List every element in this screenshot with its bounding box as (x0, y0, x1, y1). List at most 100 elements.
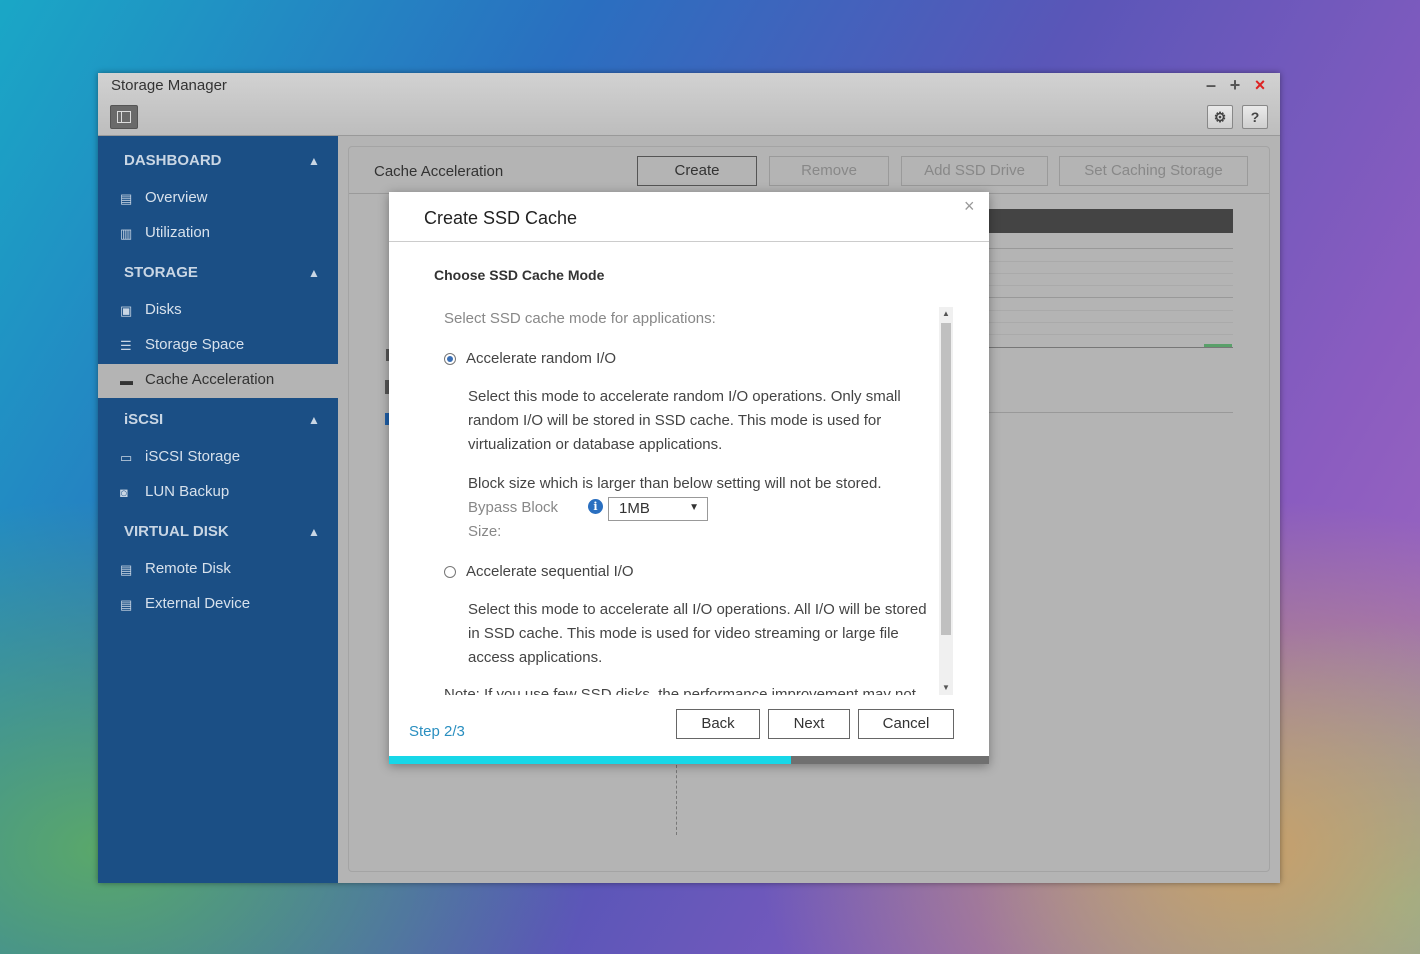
drive-icon: ▭ (120, 450, 133, 465)
section-storage: STORAGE (124, 264, 198, 281)
section-virtual-disk: VIRTUAL DISK (124, 523, 229, 540)
block-size-note: Block size which is larger than below se… (468, 475, 882, 492)
chevron-up-icon[interactable]: ▲ (308, 266, 320, 280)
divider (989, 273, 1233, 274)
sidebar-item-utilization[interactable]: ▥ Utilization (98, 217, 338, 251)
close-window-button[interactable]: × (1251, 75, 1269, 96)
chevron-up-icon[interactable]: ▲ (308, 525, 320, 539)
section-iscsi: iSCSI (124, 411, 164, 428)
panel-layout-icon (117, 111, 131, 123)
progress-fill (389, 756, 791, 764)
divider (989, 334, 1233, 335)
divider (989, 248, 1233, 249)
divider (989, 310, 1233, 311)
sidebar-item-overview[interactable]: ▤ Overview (98, 182, 338, 216)
sidebar-item-label: Utilization (145, 224, 211, 241)
divider (389, 241, 989, 242)
sidebar-item-label: Disks (145, 301, 182, 318)
option-random-desc: virtualization or database applications. (468, 436, 723, 453)
option-sequential-desc: in SSD cache. This mode is used for vide… (468, 625, 899, 642)
scroll-up-icon[interactable]: ▲ (942, 309, 950, 318)
sidebar-item-label: Storage Space (145, 336, 245, 353)
close-icon[interactable]: × (964, 196, 975, 217)
divider (989, 347, 1233, 348)
option-random-desc: Select this mode to accelerate random I/… (468, 388, 901, 405)
external-device-icon: ▤ (120, 597, 133, 612)
option-sequential-label[interactable]: Accelerate sequential I/O (466, 560, 634, 584)
dialog-title: Create SSD Cache (424, 208, 578, 228)
bypass-block-label: Size: (468, 523, 502, 540)
next-button[interactable]: Next (768, 709, 850, 739)
sidebar-item-remote-disk[interactable]: ▤ Remote Disk (98, 553, 338, 587)
step-indicator: Step 2/3 (409, 723, 465, 740)
stack-icon: ☰ (120, 338, 132, 353)
scrollbar-thumb[interactable] (941, 323, 951, 635)
sidebar-item-label: Cache Acceleration (145, 371, 275, 388)
layout-toggle-button[interactable] (110, 105, 138, 129)
main-header: Cache Acceleration Create Remove Add SSD… (349, 147, 1269, 194)
remote-disk-icon: ▤ (120, 562, 133, 577)
background-table-header (989, 209, 1233, 233)
status-indicator (1204, 344, 1232, 347)
add-ssd-drive-button[interactable]: Add SSD Drive (901, 156, 1048, 186)
settings-button[interactable]: ⚙ (1207, 105, 1233, 129)
window-title: Storage Manager (111, 77, 227, 94)
sidebar-item-storage-space[interactable]: ☰ Storage Space (98, 329, 338, 363)
minimize-button[interactable]: – (1202, 75, 1220, 96)
select-value: 1MB (619, 500, 650, 517)
info-icon[interactable]: i (588, 499, 603, 514)
mode-options-scroll-area[interactable]: Select SSD cache mode for applications: … (434, 307, 954, 695)
scrollbar[interactable]: ▲ ▼ (939, 307, 953, 695)
sidebar-item-iscsi-storage[interactable]: ▭ iSCSI Storage (98, 441, 338, 475)
option-random-desc: random I/O will be stored in SSD cache. … (468, 412, 882, 429)
sidebar-item-lun-backup[interactable]: ◙ LUN Backup (98, 476, 338, 510)
create-ssd-cache-dialog: Create SSD Cache × Choose SSD Cache Mode… (389, 192, 989, 764)
backup-icon: ◙ (120, 485, 128, 500)
divider (989, 285, 1233, 286)
divider (989, 412, 1233, 413)
section-dashboard: DASHBOARD (124, 152, 222, 169)
radio-random-io[interactable] (444, 353, 456, 365)
remove-button[interactable]: Remove (769, 156, 889, 186)
divider (989, 261, 1233, 262)
sidebar-item-cache-acceleration[interactable]: ▬ Cache Acceleration (98, 364, 338, 398)
intro-text: Select SSD cache mode for applications: (444, 310, 716, 327)
chevron-down-icon: ▼ (689, 502, 699, 513)
chevron-up-icon[interactable]: ▲ (308, 413, 320, 427)
wizard-progress-bar (389, 756, 989, 764)
chevron-up-icon[interactable]: ▲ (308, 154, 320, 168)
sidebar-item-external-device[interactable]: ▤ External Device (98, 588, 338, 622)
list-icon: ▤ (120, 191, 133, 206)
option-sequential-desc: access applications. (468, 649, 603, 666)
title-bar: Storage Manager – + × ⚙ ? (98, 73, 1280, 136)
divider (989, 322, 1233, 323)
sidebar-item-label: LUN Backup (145, 483, 230, 500)
sidebar-item-label: Overview (145, 189, 208, 206)
note-text: Note: If you use few SSD disks, the perf… (444, 686, 916, 695)
set-caching-storage-button[interactable]: Set Caching Storage (1059, 156, 1248, 186)
sidebar-item-disks[interactable]: ▣ Disks (98, 294, 338, 328)
scroll-down-icon[interactable]: ▼ (942, 683, 950, 692)
help-button[interactable]: ? (1242, 105, 1268, 129)
sidebar-item-label: External Device (145, 595, 251, 612)
option-random-label[interactable]: Accelerate random I/O (466, 347, 616, 371)
radio-sequential-io[interactable] (444, 566, 456, 578)
ssd-icon: ▬ (120, 373, 133, 388)
bypass-block-label: Bypass Block (468, 499, 559, 516)
disk-icon: ▣ (120, 303, 133, 318)
dialog-subtitle: Choose SSD Cache Mode (434, 267, 605, 283)
bar-chart-icon: ▥ (120, 226, 133, 241)
option-sequential-desc: Select this mode to accelerate all I/O o… (468, 601, 927, 618)
sidebar-item-label: iSCSI Storage (145, 448, 241, 465)
divider (989, 297, 1233, 298)
gear-icon: ⚙ (1213, 109, 1227, 125)
dashed-connector (676, 765, 677, 835)
page-title: Cache Acceleration (374, 163, 504, 180)
bypass-block-size-select[interactable]: 1MB ▼ (608, 497, 708, 521)
maximize-button[interactable]: + (1226, 75, 1244, 96)
back-button[interactable]: Back (676, 709, 760, 739)
cancel-button[interactable]: Cancel (858, 709, 954, 739)
create-button[interactable]: Create (637, 156, 757, 186)
sidebar-item-label: Remote Disk (145, 560, 231, 577)
sidebar: DASHBOARD ▲ ▤ Overview ▥ Utilization STO… (98, 136, 338, 883)
